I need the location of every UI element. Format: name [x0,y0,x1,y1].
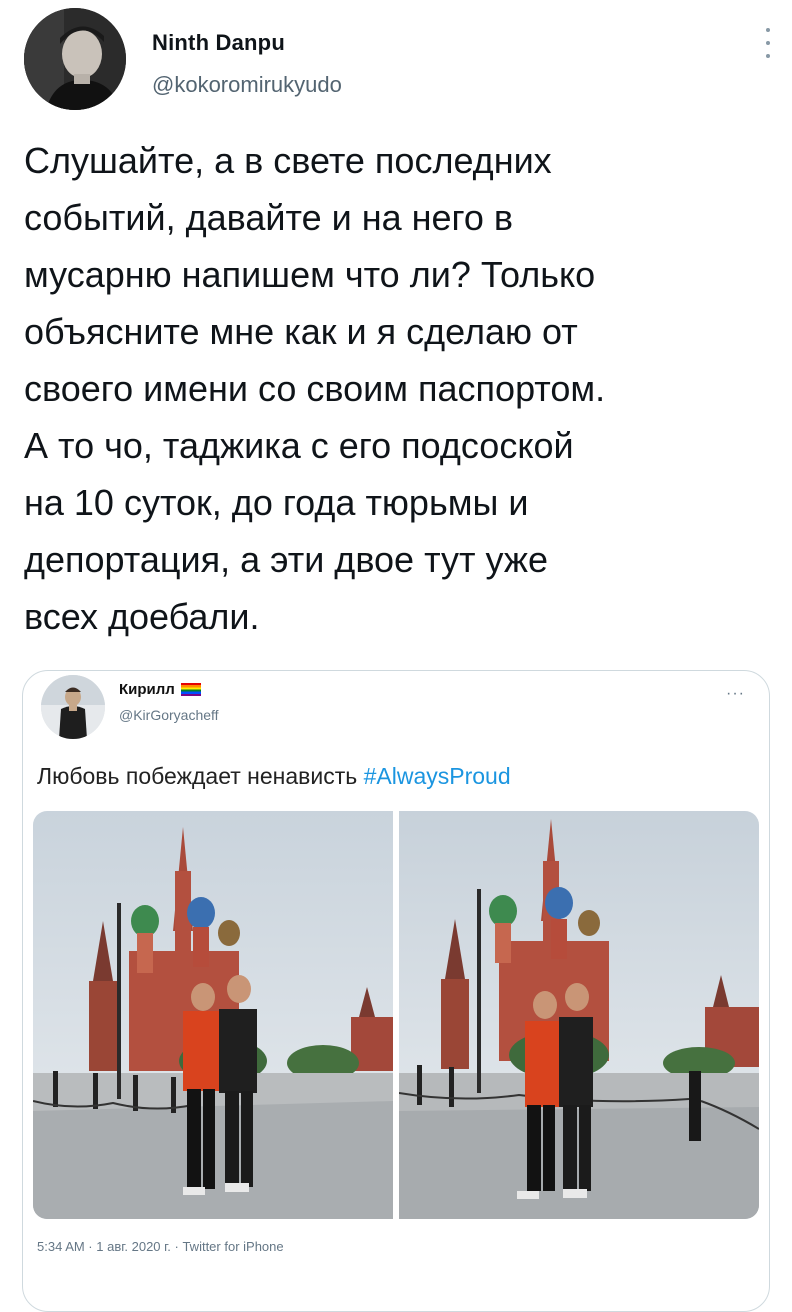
kremlin-photo-image [33,811,393,1219]
rainbow-flag-icon [180,683,201,696]
tweet-text-line: всех доебали. [24,596,260,637]
quoted-tweet-meta: 5:34 AM · 1 авг. 2020 г. · Twitter for i… [37,1239,284,1254]
tweet-text-line: мусарню напишем что ли? Только [24,254,596,295]
quoted-author-handle[interactable]: @KirGoryacheff [119,707,219,723]
quoted-tweet-body: Любовь побеждает ненависть [37,763,364,789]
author-handle[interactable]: @kokoromirukyudo [152,72,342,98]
quoted-more-options-icon[interactable]: ··· [726,685,745,703]
quoted-author-name-text: Кирилл [119,681,175,698]
hashtag-link[interactable]: #AlwaysProud [364,763,511,789]
tweet-text-line: депортация, а эти двое тут уже [24,539,548,580]
tweet-text-line: объясните мне как и я сделаю от [24,311,578,352]
tweet-text: Слушайте, а в свете последних событий, д… [24,132,768,645]
quoted-photo-1[interactable] [33,811,393,1219]
quoted-tweet-text: Любовь побеждает ненависть #AlwaysProud [37,763,511,790]
tweet-text-line: Слушайте, а в свете последних [24,140,552,181]
author-avatar[interactable] [24,8,126,110]
tweet-text-line: на 10 суток, до года тюрьмы и [24,482,529,523]
tweet-text-line: своего имени со своим паспортом. [24,368,606,409]
quoted-avatar-photo [41,675,105,739]
quoted-author-avatar[interactable] [41,675,105,739]
avatar-photo [24,8,126,110]
quoted-tweet-card[interactable]: Кирилл @KirGoryacheff ··· Любовь побежда… [22,670,770,1312]
author-name[interactable]: Ninth Danpu [152,30,285,56]
tweet-text-line: А то чо, таджика с его подсоской [24,425,574,466]
quoted-author-name[interactable]: Кирилл [119,681,201,698]
kremlin-photo-image [399,811,759,1219]
more-options-icon[interactable] [762,28,774,58]
quoted-photo-grid [33,811,759,1219]
quoted-photo-2[interactable] [399,811,759,1219]
tweet-header: Ninth Danpu @kokoromirukyudo [24,8,774,118]
tweet-text-line: событий, давайте и на него в [24,197,514,238]
